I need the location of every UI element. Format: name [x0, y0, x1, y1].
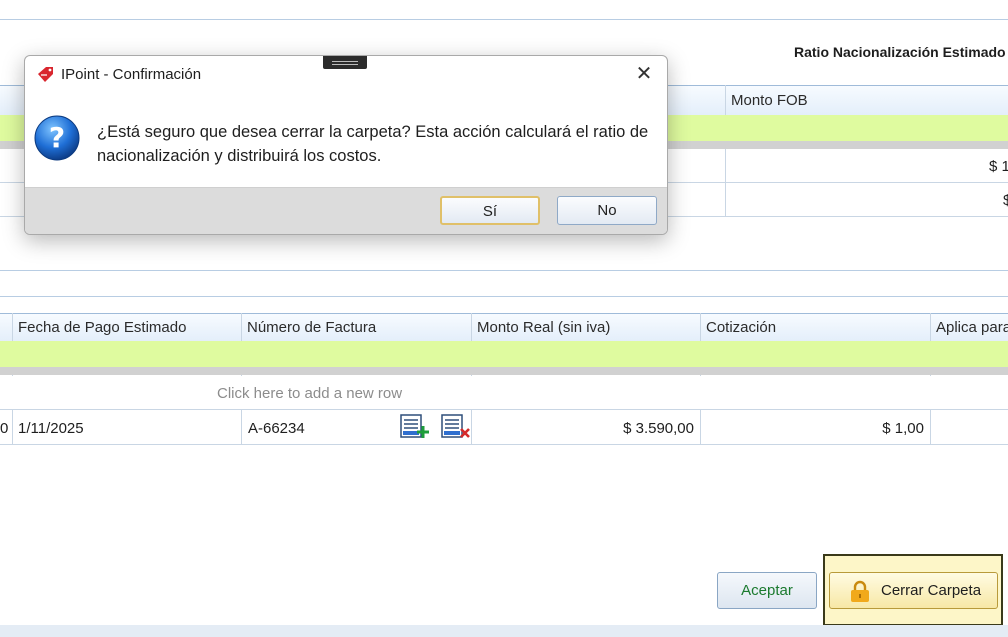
payments-grid-separator	[0, 367, 1008, 375]
column-header-monto-real[interactable]: Monto Real (sin iva)	[477, 319, 610, 336]
row-factura-cell: A-66234	[248, 420, 305, 437]
close-icon[interactable]: ✕	[631, 62, 657, 86]
bottom-bar	[0, 625, 1008, 637]
svg-text:?: ?	[49, 121, 65, 154]
question-icon: ?	[33, 114, 81, 162]
delete-document-icon[interactable]	[441, 414, 471, 440]
row-lead-cell: 0	[0, 420, 9, 437]
column-header-cotizacion[interactable]: Cotización	[706, 319, 776, 336]
add-document-icon[interactable]	[400, 414, 430, 440]
section-divider	[0, 270, 1008, 271]
payments-filter-row[interactable]	[0, 341, 1008, 368]
dialog-message-line1: ¿Está seguro que desea cerrar la carpeta…	[97, 123, 649, 141]
column-header-aplica-para[interactable]: Aplica para	[936, 319, 1008, 336]
new-row-placeholder[interactable]: Click here to add a new row	[0, 376, 1008, 410]
new-row-hint: Click here to add a new row	[217, 385, 403, 402]
app-logo-icon	[35, 65, 55, 85]
row-fecha-cell: 1/11/2025	[18, 420, 84, 437]
dialog-message: ¿Está seguro que desea cerrar la carpeta…	[97, 120, 648, 168]
close-folder-label: Cerrar Carpeta	[881, 582, 982, 599]
section-divider	[0, 296, 1008, 297]
column-header-fecha-pago[interactable]: Fecha de Pago Estimado	[18, 319, 186, 336]
top-row2-monto: $	[1003, 192, 1008, 209]
accept-button[interactable]: Aceptar	[717, 572, 817, 609]
drag-handle[interactable]	[323, 56, 367, 69]
no-button[interactable]: No	[557, 196, 657, 225]
yes-button[interactable]: Sí	[440, 196, 540, 225]
table-row[interactable]: 0 1/11/2025 A-66234 $ 3.590,00 $ 1,00	[0, 410, 1008, 445]
lock-icon	[849, 580, 871, 602]
dialog-message-line2: nacionalización y distribuirá los costos…	[97, 147, 382, 165]
row-cotizacion-cell: $ 1,00	[882, 420, 924, 437]
row-monto-cell: $ 3.590,00	[623, 420, 694, 437]
confirmation-dialog: IPoint - Confirmación ✕ ? ¿Está seguro q…	[24, 55, 668, 235]
top-divider	[0, 19, 1008, 20]
dialog-title: IPoint - Confirmación	[61, 66, 202, 83]
close-folder-button[interactable]: Cerrar Carpeta	[829, 572, 998, 609]
column-header-numero-factura[interactable]: Número de Factura	[247, 319, 376, 336]
top-row1-monto: $ 1	[989, 158, 1008, 175]
column-header-monto-fob[interactable]: Monto FOB	[731, 92, 808, 109]
ratio-label: Ratio Nacionalización Estimado	[794, 44, 1006, 60]
